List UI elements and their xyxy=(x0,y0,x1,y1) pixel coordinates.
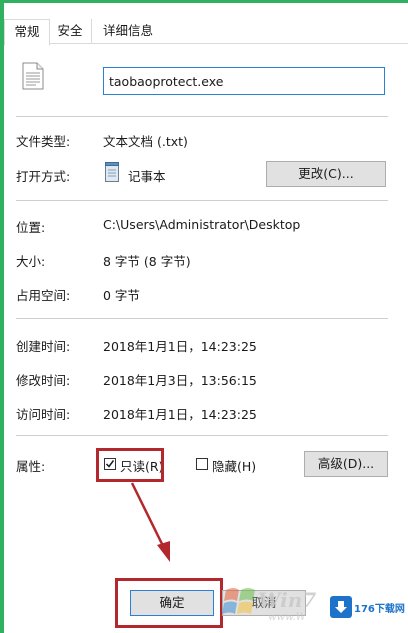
site-logo-icon xyxy=(330,596,352,618)
ok-highlight-box xyxy=(115,578,223,628)
windows-logo-watermark-icon xyxy=(222,588,255,614)
download-arrow-icon xyxy=(335,601,347,613)
watermark-win7-text: Win7 xyxy=(258,588,317,612)
tab-general[interactable]: 常规 xyxy=(4,19,50,46)
site-logo-text: 176下载网 xyxy=(354,604,405,615)
annotation-arrow xyxy=(130,482,170,562)
watermark-url-text: www.W xyxy=(268,612,306,623)
